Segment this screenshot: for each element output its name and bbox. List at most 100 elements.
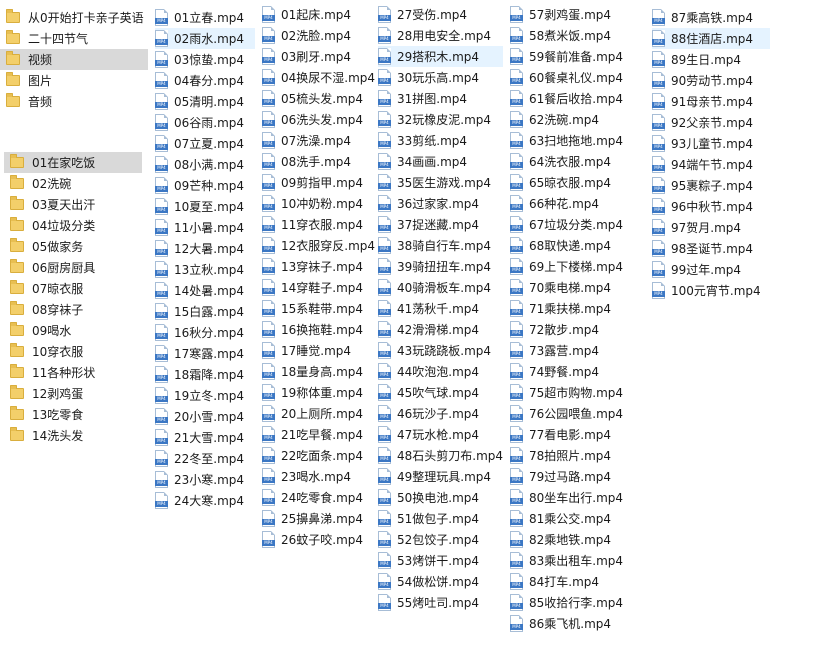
video-file-item[interactable]: MP4 23喝水.mp4	[262, 466, 374, 487]
video-file-item[interactable]: MP4 76公园喂鱼.mp4	[510, 403, 648, 424]
video-file-item[interactable]: MP4 70乘电梯.mp4	[510, 277, 648, 298]
video-file-item[interactable]: MP4 09剪指甲.mp4	[262, 172, 374, 193]
video-file-item[interactable]: MP4 46玩沙子.mp4	[378, 403, 503, 424]
nav-tree-item[interactable]: 从0开始打卡亲子英语	[0, 7, 148, 28]
video-file-item[interactable]: MP4 06谷雨.mp4	[155, 112, 255, 133]
video-file-item[interactable]: MP4 40骑滑板车.mp4	[378, 277, 503, 298]
video-file-item[interactable]: MP4 78拍照片.mp4	[510, 445, 648, 466]
video-file-item[interactable]: MP4 21大雪.mp4	[155, 427, 255, 448]
video-file-item[interactable]: MP4 77看电影.mp4	[510, 424, 648, 445]
subfolder-item[interactable]: 12剥鸡蛋	[4, 383, 142, 404]
video-file-item[interactable]: MP4 91母亲节.mp4	[652, 91, 770, 112]
video-file-item[interactable]: MP4 14穿鞋子.mp4	[262, 277, 374, 298]
video-file-item[interactable]: MP4 18量身高.mp4	[262, 361, 374, 382]
video-file-item[interactable]: MP4 47玩水枪.mp4	[378, 424, 503, 445]
video-file-item[interactable]: MP4 24吃零食.mp4	[262, 487, 374, 508]
video-file-item[interactable]: MP4 50换电池.mp4	[378, 487, 503, 508]
video-file-item[interactable]: MP4 53烤饼干.mp4	[378, 550, 503, 571]
video-file-item[interactable]: MP4 38骑自行车.mp4	[378, 235, 503, 256]
video-file-item[interactable]: MP4 27受伤.mp4	[378, 4, 503, 25]
video-file-item[interactable]: MP4 16换拖鞋.mp4	[262, 319, 374, 340]
video-file-item[interactable]: MP4 69上下楼梯.mp4	[510, 256, 648, 277]
video-file-item[interactable]: MP4 07立夏.mp4	[155, 133, 255, 154]
video-file-item[interactable]: MP4 28用电安全.mp4	[378, 25, 503, 46]
video-file-item[interactable]: MP4 43玩跷跷板.mp4	[378, 340, 503, 361]
subfolder-item[interactable]: 14洗头发	[4, 425, 142, 446]
video-file-item[interactable]: MP4 30玩乐高.mp4	[378, 67, 503, 88]
video-file-item[interactable]: MP4 26蚊子咬.mp4	[262, 529, 374, 550]
video-file-item[interactable]: MP4 20小雪.mp4	[155, 406, 255, 427]
video-file-item[interactable]: MP4 10夏至.mp4	[155, 196, 255, 217]
video-file-item[interactable]: MP4 59餐前准备.mp4	[510, 46, 648, 67]
subfolder-item[interactable]: 10穿衣服	[4, 341, 142, 362]
video-file-item[interactable]: MP4 15白露.mp4	[155, 301, 255, 322]
video-file-item[interactable]: MP4 74野餐.mp4	[510, 361, 648, 382]
video-file-item[interactable]: MP4 05梳头发.mp4	[262, 88, 374, 109]
video-file-item[interactable]: MP4 08小满.mp4	[155, 154, 255, 175]
video-file-item[interactable]: MP4 71乘扶梯.mp4	[510, 298, 648, 319]
subfolder-item[interactable]: 11各种形状	[4, 362, 142, 383]
video-file-item[interactable]: MP4 48石头剪刀布.mp4	[378, 445, 503, 466]
video-file-item[interactable]: MP4 15系鞋带.mp4	[262, 298, 374, 319]
video-file-item[interactable]: MP4 04换尿不湿.mp4	[262, 67, 375, 88]
video-file-item[interactable]: MP4 62洗碗.mp4	[510, 109, 648, 130]
subfolder-item[interactable]: 08穿袜子	[4, 299, 142, 320]
video-file-item[interactable]: MP4 34画画.mp4	[378, 151, 503, 172]
video-file-item[interactable]: MP4 02洗脸.mp4	[262, 25, 374, 46]
subfolder-item[interactable]: 05做家务	[4, 236, 142, 257]
video-file-item[interactable]: MP4 68取快递.mp4	[510, 235, 648, 256]
video-file-item[interactable]: MP4 52包饺子.mp4	[378, 529, 503, 550]
video-file-item[interactable]: MP4 05清明.mp4	[155, 91, 255, 112]
video-file-item[interactable]: MP4 11穿衣服.mp4	[262, 214, 374, 235]
video-file-item[interactable]: MP4 17寒露.mp4	[155, 343, 255, 364]
video-file-item[interactable]: MP4 06洗头发.mp4	[262, 109, 374, 130]
video-file-item[interactable]: MP4 35医生游戏.mp4	[378, 172, 503, 193]
video-file-item[interactable]: MP4 04春分.mp4	[155, 70, 255, 91]
subfolder-item[interactable]: 06厨房厨具	[4, 257, 142, 278]
nav-tree-item[interactable]: 二十四节气	[0, 28, 148, 49]
video-file-item[interactable]: MP4 85收拾行李.mp4	[510, 592, 648, 613]
video-file-item[interactable]: MP4 87乘高铁.mp4	[652, 7, 770, 28]
video-file-item[interactable]: MP4 19称体重.mp4	[262, 382, 374, 403]
video-file-item[interactable]: MP4 32玩橡皮泥.mp4	[378, 109, 503, 130]
video-file-item[interactable]: MP4 65晾衣服.mp4	[510, 172, 648, 193]
nav-tree-item[interactable]: 音频	[0, 91, 148, 112]
video-file-item[interactable]: MP4 61餐后收拾.mp4	[510, 88, 648, 109]
video-file-item[interactable]: MP4 02雨水.mp4	[155, 28, 255, 49]
video-file-item[interactable]: MP4 18霜降.mp4	[155, 364, 255, 385]
video-file-item[interactable]: MP4 63扫地拖地.mp4	[510, 130, 648, 151]
subfolder-item[interactable]: 03夏天出汗	[4, 194, 142, 215]
video-file-item[interactable]: MP4 60餐桌礼仪.mp4	[510, 67, 648, 88]
nav-tree-item[interactable]: 视频	[0, 49, 148, 70]
subfolder-item[interactable]: 07晾衣服	[4, 278, 142, 299]
video-file-item[interactable]: MP4 97贺月.mp4	[652, 217, 770, 238]
video-file-item[interactable]: MP4 36过家家.mp4	[378, 193, 503, 214]
video-file-item[interactable]: MP4 21吃早餐.mp4	[262, 424, 374, 445]
video-file-item[interactable]: MP4 75超市购物.mp4	[510, 382, 648, 403]
video-file-item[interactable]: MP4 03刷牙.mp4	[262, 46, 374, 67]
video-file-item[interactable]: MP4 79过马路.mp4	[510, 466, 648, 487]
video-file-item[interactable]: MP4 82乘地铁.mp4	[510, 529, 648, 550]
video-file-item[interactable]: MP4 03惊蛰.mp4	[155, 49, 255, 70]
video-file-item[interactable]: MP4 09芒种.mp4	[155, 175, 255, 196]
video-file-item[interactable]: MP4 07洗澡.mp4	[262, 130, 374, 151]
video-file-item[interactable]: MP4 66种花.mp4	[510, 193, 648, 214]
video-file-item[interactable]: MP4 42滑滑梯.mp4	[378, 319, 503, 340]
video-file-item[interactable]: MP4 44吹泡泡.mp4	[378, 361, 503, 382]
video-file-item[interactable]: MP4 73露营.mp4	[510, 340, 648, 361]
video-file-item[interactable]: MP4 14处暑.mp4	[155, 280, 255, 301]
video-file-item[interactable]: MP4 17睡觉.mp4	[262, 340, 374, 361]
video-file-item[interactable]: MP4 51做包子.mp4	[378, 508, 503, 529]
video-file-item[interactable]: MP4 83乘出租车.mp4	[510, 550, 648, 571]
video-file-item[interactable]: MP4 49整理玩具.mp4	[378, 466, 503, 487]
video-file-item[interactable]: MP4 29搭积木.mp4	[378, 46, 503, 67]
video-file-item[interactable]: MP4 55烤吐司.mp4	[378, 592, 503, 613]
video-file-item[interactable]: MP4 84打车.mp4	[510, 571, 648, 592]
video-file-item[interactable]: MP4 81乘公交.mp4	[510, 508, 648, 529]
video-file-item[interactable]: MP4 45吹气球.mp4	[378, 382, 503, 403]
video-file-item[interactable]: MP4 93儿童节.mp4	[652, 133, 770, 154]
video-file-item[interactable]: MP4 95裹粽子.mp4	[652, 175, 770, 196]
subfolder-item[interactable]: 09喝水	[4, 320, 142, 341]
video-file-item[interactable]: MP4 01起床.mp4	[262, 4, 374, 25]
video-file-item[interactable]: MP4 67垃圾分类.mp4	[510, 214, 648, 235]
